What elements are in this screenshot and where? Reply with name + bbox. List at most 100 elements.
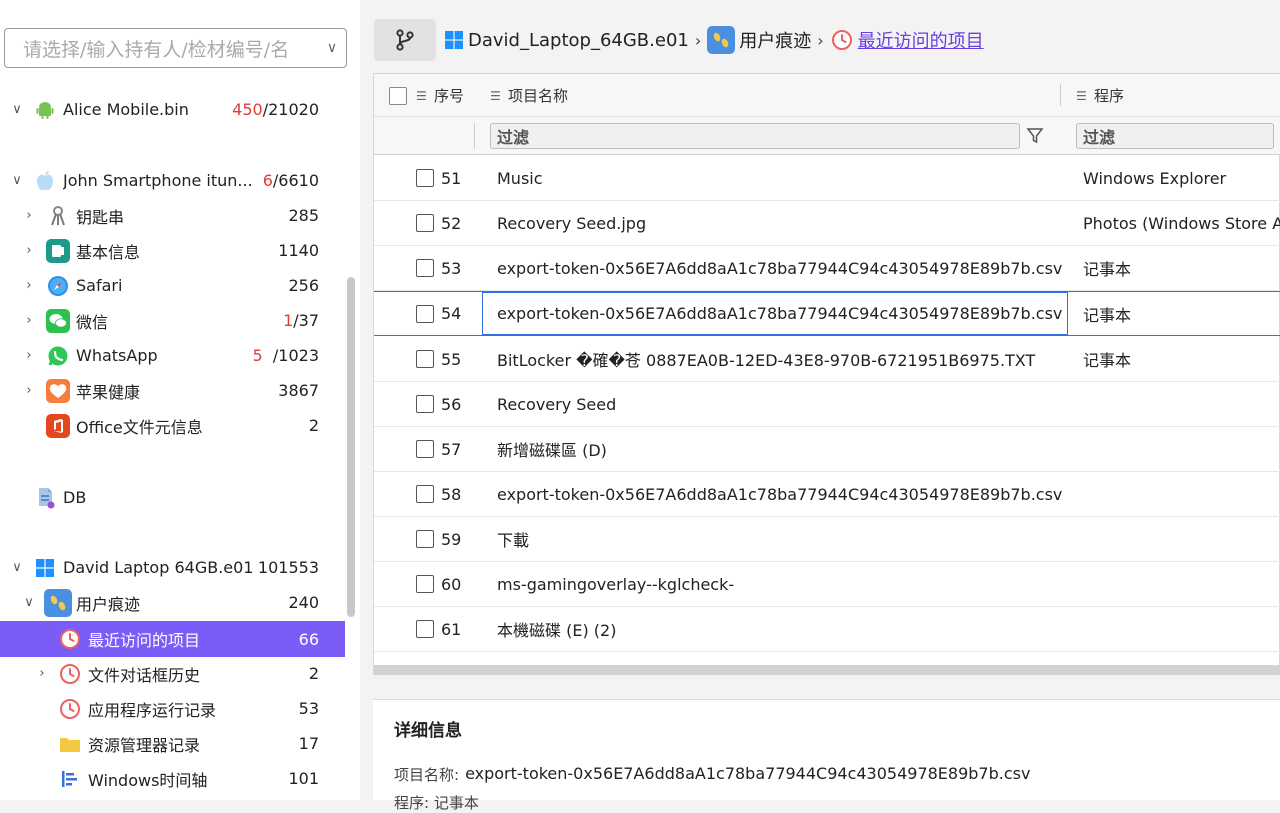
column-menu-icon: ☰ bbox=[1076, 88, 1087, 103]
chevron-right-icon[interactable]: › bbox=[22, 278, 36, 293]
chevron-down-icon[interactable]: ∨ bbox=[10, 560, 24, 575]
tree-node-count: 5 /1023 bbox=[252, 346, 319, 365]
tree-node-basic-info[interactable]: › 基本信息 1140 bbox=[0, 233, 345, 268]
health-heart-icon bbox=[46, 378, 70, 403]
column-divider[interactable] bbox=[1060, 84, 1061, 106]
row-checkbox[interactable] bbox=[416, 304, 434, 323]
table-header: ☰ 序号 ☰ 项目名称 ☰ 程序 bbox=[374, 74, 1280, 117]
table-row-active[interactable]: 54 export-token-0x56E7A6dd8aA1c78ba77944… bbox=[374, 291, 1280, 336]
table-row[interactable]: 51 Music Windows Explorer bbox=[374, 156, 1280, 201]
tree-node-count: 240 bbox=[288, 593, 319, 612]
details-title: 详细信息 bbox=[394, 721, 462, 741]
tree-node-count: 17 bbox=[298, 734, 319, 753]
chevron-right-icon[interactable]: › bbox=[22, 348, 36, 363]
breadcrumb-category[interactable]: 用户痕迹 › bbox=[707, 26, 829, 54]
tree-node-wechat[interactable]: › 微信 1/37 bbox=[0, 303, 345, 338]
tree-node-label: 文件对话框历史 bbox=[88, 665, 201, 685]
tree-node-count: 1140 bbox=[278, 241, 319, 260]
table-row[interactable]: 61 本機磁碟 (E) (2) bbox=[374, 607, 1280, 652]
row-checkbox[interactable] bbox=[416, 485, 434, 503]
column-header-name[interactable]: ☰ 项目名称 bbox=[490, 74, 568, 117]
row-checkbox[interactable] bbox=[416, 530, 434, 548]
tree-node-count: 6/6610 bbox=[262, 171, 319, 190]
recent-clock-icon bbox=[58, 627, 82, 651]
tree-node-john-smartphone[interactable]: ∨ John Smartphone itun... 6/6610 bbox=[0, 163, 345, 198]
database-file-icon bbox=[34, 486, 58, 510]
row-seq: 59 bbox=[441, 529, 462, 549]
tree-node-apple-health[interactable]: › 苹果健康 3867 bbox=[0, 373, 345, 408]
tree-node-db[interactable]: DB bbox=[0, 480, 345, 515]
tree-node-david-laptop[interactable]: ∨ David Laptop 64GB.e01 101553 bbox=[0, 550, 345, 585]
row-program: 记事本 bbox=[1083, 305, 1132, 325]
row-seq: 56 bbox=[441, 394, 462, 414]
timeline-icon bbox=[58, 767, 82, 791]
chevron-down-icon[interactable]: ∨ bbox=[10, 102, 24, 117]
row-name: Recovery Seed.jpg bbox=[497, 213, 647, 233]
filter-input-program[interactable]: 过滤 bbox=[1076, 123, 1274, 149]
table-row[interactable]: 58 export-token-0x56E7A6dd8aA1c78ba77944… bbox=[374, 472, 1280, 517]
sidebar-scrollbar[interactable] bbox=[347, 277, 355, 617]
tree-node-explorer-records[interactable]: 资源管理器记录 17 bbox=[0, 726, 345, 761]
tree-node-count: 450/21020 bbox=[232, 100, 319, 119]
row-checkbox[interactable] bbox=[416, 575, 434, 593]
tree-node-user-traces[interactable]: ∨ 用户痕迹 240 bbox=[0, 585, 345, 620]
row-checkbox[interactable] bbox=[416, 214, 434, 232]
chevron-right-icon[interactable]: › bbox=[22, 313, 36, 328]
tree-node-windows-timeline[interactable]: Windows时间轴 101 bbox=[0, 761, 345, 796]
branch-button[interactable] bbox=[374, 19, 436, 61]
filter-input-name[interactable]: 过滤 bbox=[490, 123, 1020, 149]
breadcrumb-current-label[interactable]: 最近访问的项目 bbox=[858, 27, 984, 53]
column-header-seq[interactable]: ☰ 序号 bbox=[416, 74, 464, 117]
tree-node-office-metadata[interactable]: Office文件元信息 2 bbox=[0, 408, 345, 443]
row-program: 记事本 bbox=[1083, 260, 1132, 279]
table-horizontal-scrollbar[interactable] bbox=[374, 665, 1280, 675]
row-checkbox[interactable] bbox=[416, 440, 434, 458]
chevron-down-icon[interactable]: ∨ bbox=[10, 173, 24, 188]
tree-node-alice-mobile[interactable]: ∨ Alice Mobile.bin 450/21020 bbox=[0, 92, 345, 127]
table-row[interactable]: 55 BitLocker �確�苍 0887EA0B-12ED-43E8-970… bbox=[374, 337, 1280, 382]
table-row[interactable]: 60 ms-gamingoverlay--kglcheck- bbox=[374, 562, 1280, 607]
select-all-checkbox[interactable] bbox=[389, 74, 407, 117]
chevron-right-icon[interactable]: › bbox=[22, 383, 36, 398]
windows-icon bbox=[33, 556, 57, 580]
breadcrumb-current[interactable]: 最近访问的项目 bbox=[830, 26, 984, 54]
row-name: 下載 bbox=[497, 531, 530, 550]
row-name: 新增磁碟區 (D) bbox=[497, 441, 607, 460]
branch-icon bbox=[396, 29, 414, 51]
chevron-down-icon[interactable]: ∨ bbox=[22, 595, 36, 610]
chevron-down-icon[interactable]: ∨ bbox=[318, 40, 346, 56]
filter-funnel-icon[interactable] bbox=[1024, 125, 1046, 147]
row-checkbox[interactable] bbox=[416, 350, 434, 368]
row-checkbox[interactable] bbox=[416, 259, 434, 277]
android-icon bbox=[33, 98, 57, 122]
row-name: export-token-0x56E7A6dd8aA1c78ba77944C94… bbox=[497, 258, 1063, 278]
row-checkbox[interactable] bbox=[416, 620, 434, 638]
chevron-right-icon[interactable]: › bbox=[22, 208, 36, 223]
chevron-right-icon: › bbox=[694, 30, 702, 50]
row-checkbox[interactable] bbox=[416, 169, 434, 187]
chevron-right-icon[interactable]: › bbox=[22, 243, 36, 258]
tree-node-safari[interactable]: › Safari 256 bbox=[0, 268, 345, 303]
table-row[interactable]: 52 Recovery Seed.jpg Photos (Windows Sto… bbox=[374, 201, 1280, 246]
row-name: 本機磁碟 (E) (2) bbox=[497, 621, 617, 640]
row-program: Photos (Windows Store A bbox=[1083, 213, 1280, 233]
table-row[interactable]: 57 新增磁碟區 (D) bbox=[374, 427, 1280, 472]
column-header-program[interactable]: ☰ 程序 bbox=[1076, 74, 1124, 117]
history-clock-icon bbox=[58, 697, 82, 721]
breadcrumb-device[interactable]: David_Laptop_64GB.e01 › bbox=[444, 26, 707, 54]
column-divider bbox=[474, 123, 475, 149]
table-row[interactable]: 56 Recovery Seed bbox=[374, 382, 1280, 427]
tree-node-recent-items[interactable]: 最近访问的项目 66 bbox=[0, 621, 345, 657]
tree-node-keychain[interactable]: › 钥匙串 285 bbox=[0, 198, 345, 233]
tree-node-label: Alice Mobile.bin bbox=[63, 100, 189, 119]
row-name: Music bbox=[497, 168, 543, 188]
table-row[interactable]: 59 下載 bbox=[374, 517, 1280, 562]
chevron-right-icon[interactable]: › bbox=[35, 666, 49, 681]
row-checkbox[interactable] bbox=[416, 395, 434, 413]
tree-node-whatsapp[interactable]: › WhatsApp 5 /1023 bbox=[0, 338, 345, 373]
row-program: 记事本 bbox=[1083, 351, 1132, 370]
tree-node-file-dialog-history[interactable]: › 文件对话框历史 2 bbox=[0, 656, 345, 691]
tree-node-app-run-records[interactable]: 应用程序运行记录 53 bbox=[0, 691, 345, 726]
table-row[interactable]: 53 export-token-0x56E7A6dd8aA1c78ba77944… bbox=[374, 246, 1280, 291]
owner-select[interactable]: 请选择/输入持有人/检材编号/名 ∨ bbox=[4, 28, 347, 68]
